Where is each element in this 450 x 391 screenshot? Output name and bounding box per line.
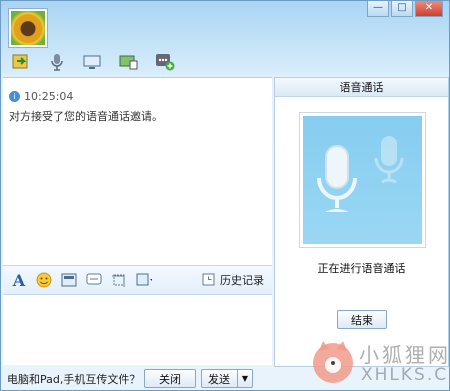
add-app-icon[interactable] [155, 53, 175, 71]
history-button[interactable]: 历史记录 [202, 272, 264, 288]
end-call-button[interactable]: 结束 [337, 310, 387, 329]
chat-history[interactable]: i 10:25:04 对方接受了您的语音通话邀请。 [3, 77, 272, 265]
format-toolbar: A 历史记录 [3, 265, 272, 295]
message-header: i 10:25:04 [9, 90, 73, 103]
font-icon[interactable]: A [11, 270, 27, 290]
video-screen-icon[interactable] [83, 53, 103, 71]
screenshot-icon[interactable] [111, 272, 127, 288]
call-status: 正在进行语音通话 [317, 262, 406, 275]
chat-bubble-icon[interactable] [86, 272, 102, 288]
history-icon [202, 273, 215, 286]
top-toolbar [11, 53, 175, 71]
file-transfer-promo-link[interactable]: 电脑和Pad,手机互传文件？ [7, 371, 140, 387]
contact-avatar[interactable] [9, 9, 47, 47]
message-input[interactable] [3, 295, 272, 365]
close-button[interactable]: 关闭 [144, 369, 196, 388]
close-window-button[interactable]: ✕ [415, 1, 443, 17]
image-icon[interactable] [61, 272, 77, 288]
voice-mic-icon[interactable] [47, 53, 67, 71]
panel-title: 语音通话 [275, 78, 448, 97]
minimize-button[interactable]: — [367, 1, 389, 17]
message-text: 对方接受了您的语音通话邀请。 [9, 110, 163, 123]
microphone-icon [317, 136, 404, 212]
voice-call-panel: 语音通话 正在进行语音通话 结束 [274, 77, 449, 367]
voice-status-box [299, 112, 426, 248]
window-controls: — □ ✕ [367, 1, 443, 17]
voice-status-image [303, 116, 422, 244]
emoji-icon[interactable] [36, 272, 52, 288]
send-options-dropdown[interactable]: ▼ [237, 370, 252, 387]
maximize-button[interactable]: □ [391, 1, 413, 17]
message-time: 10:25:04 [24, 90, 74, 103]
bottom-bar: 电脑和Pad,手机互传文件？ 关闭 发送 ▼ [3, 367, 449, 390]
send-button[interactable]: 发送 ▼ [201, 369, 253, 388]
send-label: 发送 [208, 372, 230, 386]
chat-window: — □ ✕ i 10:25:04 对方接受了您的语音通话邀请。 A 历史记录 电… [0, 0, 450, 391]
info-icon: i [9, 91, 20, 102]
history-label: 历史记录 [220, 274, 264, 287]
remote-desktop-icon[interactable] [119, 53, 139, 71]
more-tools-icon[interactable] [136, 272, 152, 288]
transfer-file-icon[interactable] [11, 53, 31, 71]
font-glyph: A [12, 270, 26, 290]
